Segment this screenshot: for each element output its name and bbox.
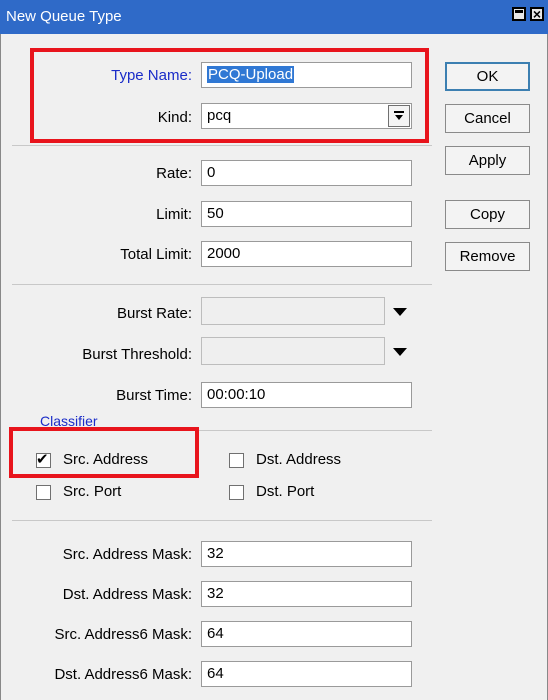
dst-mask-label: Dst. Address Mask:	[62, 586, 192, 603]
separator	[12, 284, 432, 285]
rate-value: 0	[207, 164, 216, 181]
ok-button[interactable]: OK	[445, 62, 530, 91]
remove-button[interactable]: Remove	[445, 242, 530, 271]
src-mask-input[interactable]: 32	[201, 541, 412, 567]
dst-port-label: Dst. Port	[256, 483, 315, 500]
burst-time-value: 00:00:10	[207, 386, 266, 403]
total-limit-label: Total Limit:	[120, 246, 192, 263]
limit-value: 50	[207, 205, 224, 222]
separator	[12, 145, 432, 146]
rate-label: Rate:	[156, 165, 192, 182]
window-title: New Queue Type	[6, 8, 122, 25]
burst-time-label: Burst Time:	[116, 387, 192, 404]
dst6-mask-label: Dst. Address6 Mask:	[54, 666, 192, 683]
copy-button[interactable]: Copy	[445, 200, 530, 229]
dst-address-label: Dst. Address	[256, 451, 342, 468]
limit-label: Limit:	[156, 206, 192, 223]
dst-address-checkbox[interactable]	[229, 453, 244, 468]
total-limit-input[interactable]: 2000	[201, 241, 412, 267]
title-bar[interactable]: New Queue Type ×	[0, 0, 548, 34]
maximize-icon[interactable]	[512, 7, 526, 21]
dst-mask-value: 32	[207, 585, 224, 602]
close-icon[interactable]: ×	[530, 7, 544, 21]
src-address-highlight	[9, 427, 199, 478]
burst-threshold-dropdown-icon[interactable]	[393, 348, 407, 356]
type-kind-highlight	[30, 48, 429, 143]
burst-rate-input[interactable]	[201, 297, 385, 325]
apply-button[interactable]: Apply	[445, 146, 530, 175]
burst-rate-dropdown-icon[interactable]	[393, 308, 407, 316]
burst-threshold-label: Burst Threshold:	[82, 346, 192, 363]
src6-mask-value: 64	[207, 625, 224, 642]
src-mask-value: 32	[207, 545, 224, 562]
separator	[12, 520, 432, 521]
src-port-checkbox[interactable]	[36, 485, 51, 500]
burst-time-input[interactable]: 00:00:10	[201, 382, 412, 408]
cancel-button[interactable]: Cancel	[445, 104, 530, 133]
limit-input[interactable]: 50	[201, 201, 412, 227]
src-mask-label: Src. Address Mask:	[62, 546, 192, 563]
src-port-label: Src. Port	[63, 483, 122, 500]
total-limit-value: 2000	[207, 245, 241, 262]
dst6-mask-input[interactable]: 64	[201, 661, 412, 687]
dst-port-checkbox[interactable]	[229, 485, 244, 500]
dst-mask-input[interactable]: 32	[201, 581, 412, 607]
dst6-mask-value: 64	[207, 665, 224, 682]
src6-mask-input[interactable]: 64	[201, 621, 412, 647]
burst-threshold-input[interactable]	[201, 337, 385, 365]
burst-rate-label: Burst Rate:	[116, 305, 192, 322]
src6-mask-label: Src. Address6 Mask:	[54, 626, 192, 643]
rate-input[interactable]: 0	[201, 160, 412, 186]
